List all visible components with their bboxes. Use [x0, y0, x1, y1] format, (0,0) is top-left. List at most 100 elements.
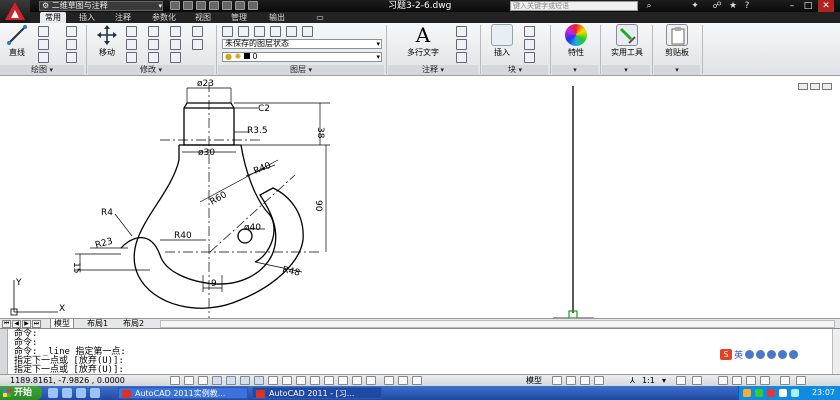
hatch-icon[interactable]	[66, 39, 77, 50]
fillet-icon[interactable]	[148, 39, 159, 50]
ellipse-icon[interactable]	[66, 52, 77, 63]
utilities-panel-arrow[interactable]: ▾	[602, 65, 650, 75]
lineweight-icon[interactable]	[310, 376, 320, 385]
erase-icon[interactable]	[170, 26, 181, 37]
layer-match-icon[interactable]	[286, 26, 297, 37]
mirror-icon[interactable]	[126, 39, 137, 50]
maximize-button[interactable]: □	[800, 0, 816, 12]
hardware-acceleration-icon[interactable]	[746, 376, 756, 385]
volume-icon[interactable]	[779, 389, 787, 397]
workspace-switching-icon[interactable]	[718, 376, 728, 385]
tab-insert[interactable]: 插入	[74, 12, 100, 23]
edit-block-icon[interactable]	[524, 39, 535, 50]
draw-panel-title[interactable]: 绘图 ▾	[0, 65, 84, 75]
annotation-monitor-icon[interactable]	[366, 376, 376, 385]
current-layer-select[interactable]: ● ✺ 0	[222, 52, 382, 62]
layer-properties-icon[interactable]	[222, 26, 233, 37]
copy-icon[interactable]	[192, 26, 203, 37]
utilities-button[interactable]: 实用工具	[604, 24, 650, 57]
layers-panel-title[interactable]: 图层 ▾	[218, 65, 384, 75]
command-scrollbar[interactable]	[832, 329, 840, 375]
isolate-objects-icon[interactable]	[760, 376, 770, 385]
tab-home[interactable]: 常用	[40, 12, 66, 23]
start-button[interactable]: 开始	[0, 386, 42, 400]
annotation-scale-select[interactable]: 1:1	[642, 375, 655, 386]
drawing-canvas[interactable]: ø23 C2 R3.5 38 ø30 R40 R60 90 ø40 R4 R23…	[0, 77, 840, 318]
rotate-icon[interactable]	[126, 26, 137, 37]
pan-icon[interactable]	[552, 376, 562, 385]
next-layout-icon[interactable]: ▶	[22, 320, 31, 328]
model-space-label[interactable]: 模型	[526, 375, 542, 386]
auto-scale-icon[interactable]	[692, 376, 702, 385]
annotation-visibility-icon[interactable]	[676, 376, 686, 385]
dynamic-ucs-icon[interactable]	[282, 376, 292, 385]
clipboard-panel-arrow[interactable]: ▾	[654, 65, 700, 75]
favorites-icon[interactable]: ★	[728, 1, 738, 11]
quicklaunch-ie-icon[interactable]	[48, 388, 58, 398]
tab-view[interactable]: 视图	[190, 12, 216, 23]
rectangle-icon[interactable]	[66, 26, 77, 37]
network-icon[interactable]	[791, 389, 799, 397]
command-window-grip[interactable]	[0, 329, 8, 375]
clipboard-button[interactable]: 剪贴板	[656, 24, 698, 57]
horizontal-scrollbar[interactable]	[160, 320, 835, 328]
moon-icon[interactable]	[745, 349, 755, 359]
taskbar-item[interactable]: AutoCAD 2011实例教...	[118, 387, 248, 399]
skin-icon[interactable]	[778, 349, 788, 359]
tab-annotate[interactable]: 注释	[110, 12, 136, 23]
keyboard-icon[interactable]	[767, 349, 777, 359]
subscription-icon[interactable]: ✦	[690, 1, 700, 11]
table-icon[interactable]	[456, 52, 467, 63]
undo-icon[interactable]	[222, 1, 232, 10]
tab-manage[interactable]: 管理	[226, 12, 252, 23]
dynamic-input-icon[interactable]	[296, 376, 306, 385]
command-window[interactable]: 命令: 命令: 命令: _line 指定第一点: 指定下一点或 [放弃(U)]:…	[0, 328, 840, 375]
communication-icon[interactable]: ☍	[712, 1, 722, 11]
status-menu-icon[interactable]	[780, 376, 790, 385]
taskbar-item[interactable]: AutoCAD 2011 - [习...	[252, 387, 382, 399]
first-layout-icon[interactable]: ⏮	[2, 320, 11, 328]
quick-view-icon[interactable]	[412, 376, 422, 385]
scale-icon[interactable]	[148, 52, 159, 63]
tray-icon[interactable]	[743, 389, 751, 397]
grid-display-icon[interactable]	[198, 376, 208, 385]
trim-icon[interactable]	[148, 26, 159, 37]
saveas-icon[interactable]	[209, 1, 219, 10]
help-search-input[interactable]: 键入关键字或短语	[510, 1, 638, 11]
steering-wheel-icon[interactable]	[580, 376, 590, 385]
ribbon-toggle-icon[interactable]: ▭	[312, 12, 328, 23]
model-space-icon[interactable]	[384, 376, 394, 385]
last-layout-icon[interactable]: ⏭	[32, 320, 41, 328]
offset-icon[interactable]	[192, 39, 203, 50]
showmotion-icon[interactable]	[594, 376, 604, 385]
object-snap-icon[interactable]	[240, 376, 250, 385]
tab-parametric[interactable]: 参数化	[146, 12, 182, 23]
properties-button[interactable]: 特性	[556, 24, 596, 57]
attribute-icon[interactable]	[524, 52, 535, 63]
ime-toolbar[interactable]: S 英	[720, 348, 830, 361]
chevron-down-icon[interactable]: ▾	[662, 375, 666, 386]
transparency-icon[interactable]	[324, 376, 334, 385]
polar-tracking-icon[interactable]	[226, 376, 236, 385]
print-icon[interactable]	[248, 1, 258, 10]
arc-icon[interactable]	[38, 52, 49, 63]
quicklaunch-browser-icon[interactable]	[90, 388, 100, 398]
insert-button[interactable]: 插入	[486, 24, 518, 57]
line-button[interactable]: 直线	[3, 24, 31, 57]
dimension-icon[interactable]	[456, 26, 467, 37]
layer-state-select[interactable]: 未保存的图层状态	[222, 39, 382, 49]
mtext-button[interactable]: A 多行文字	[398, 24, 448, 57]
quicklaunch-media-icon[interactable]	[62, 388, 72, 398]
3d-object-snap-icon[interactable]	[254, 376, 264, 385]
close-button[interactable]: ✕	[818, 0, 834, 12]
new-icon[interactable]	[170, 1, 180, 10]
tray-icon[interactable]	[767, 389, 775, 397]
tray-icon[interactable]	[755, 389, 763, 397]
selection-cycling-icon[interactable]	[352, 376, 362, 385]
quicklaunch-desktop-icon[interactable]	[76, 388, 86, 398]
ime-settings-icon[interactable]	[789, 349, 799, 359]
save-icon[interactable]	[196, 1, 206, 10]
help-icon[interactable]: ?	[742, 1, 752, 11]
array-icon[interactable]	[170, 52, 181, 63]
workspace-select[interactable]: ⚙ 二维草图与注释 ▾	[39, 1, 163, 11]
